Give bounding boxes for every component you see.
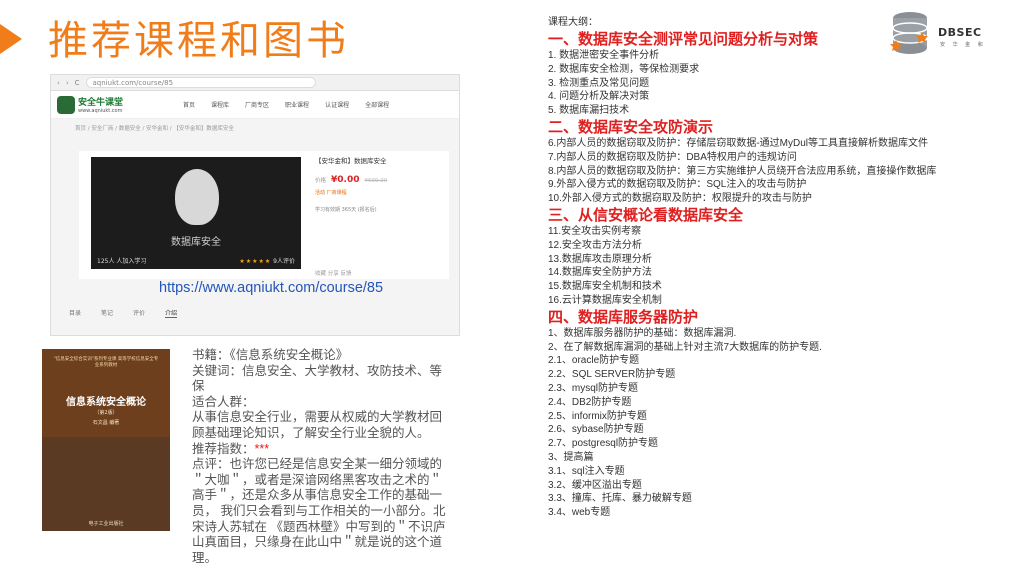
- site-logo[interactable]: 安全牛课堂 www.aqniukt.com: [57, 95, 167, 114]
- cover-label: 数据库安全: [171, 237, 221, 248]
- course-tabs: 目录 笔记 评价 介绍: [69, 308, 178, 318]
- outline-item: 6.内部人员的数据窃取及防护：存储层窃取数据-通过MyDul等工具直接解析数据库…: [548, 137, 929, 149]
- outline-item: 2.7、postgresql防护专题: [548, 438, 659, 450]
- outline-item: 3.1、sql注入专题: [548, 465, 625, 477]
- book-author: 石文昌 编著: [92, 420, 120, 426]
- mask-icon: [175, 169, 219, 225]
- course-info: 【安华金和】数据库安全 价格 ¥0.00 ¥699.00 活动 厂商课程 学习有…: [315, 155, 445, 213]
- section-heading: 四、数据库服务器防护: [548, 308, 699, 326]
- shield-logo-icon: [57, 95, 75, 114]
- audience-label: 适合人群：: [192, 394, 255, 409]
- outline-item: 3.3、撞库、托库、暴力破解专题: [548, 493, 692, 505]
- cover-rating: ★★★★★ 9人评价: [239, 256, 295, 265]
- rating-label: 推荐指数：: [192, 441, 255, 456]
- nav-item-career[interactable]: 职业课程: [285, 100, 309, 109]
- outline-item: 15.数据库安全机制和技术: [548, 281, 662, 293]
- price: ¥0.00: [331, 175, 360, 185]
- book-title-line: 书籍：《信息系统安全概论》: [192, 348, 349, 362]
- outline-item: 13.数据库攻击原理分析: [548, 253, 652, 265]
- course-title: 【安华金和】数据库安全: [315, 157, 387, 165]
- nav-item-all-courses[interactable]: 全部课程: [365, 100, 389, 109]
- outline-item: 2、在了解数据库漏洞的基础上针对主流7大数据库的防护专题.: [548, 341, 822, 353]
- back-icon[interactable]: ‹: [57, 79, 60, 87]
- outline-item: 2.4、DB2防护专题: [548, 396, 632, 408]
- outline-item: 2. 数据库安全检测，等保检测要求: [548, 63, 700, 75]
- outline-item: 2.2、SQL SERVER防护专题: [548, 369, 676, 381]
- outline-item: 8.内部人员的数据窃取及防护：第三方实施维护人员绕开合法应用系统，直接操作数据库: [548, 165, 937, 177]
- great-wall-image: [42, 437, 170, 531]
- dbsec-logo: DBSEC 安 华 金 和: [886, 10, 1006, 56]
- tab-catalog[interactable]: 目录: [69, 308, 81, 318]
- address-url[interactable]: aqniukt.com/course/85: [85, 77, 316, 88]
- course-meta: 学习有效期 365天 (报名后): [315, 207, 377, 213]
- database-icon: [890, 12, 928, 54]
- book-description: 书籍：《信息系统安全概论》 关键词：信息安全、大学教材、攻防技术、等保 适合人群…: [192, 348, 454, 566]
- course-card: 数据库安全 125人 人加入学习 ★★★★★ 9人评价 【安华金和】数据库安全 …: [79, 151, 449, 279]
- rating-stars: ***: [254, 441, 270, 456]
- outline-item: 5. 数据库漏扫技术: [548, 105, 630, 117]
- outline-item: 4. 问题分析及解决对策: [548, 91, 650, 103]
- nav-item-vendors[interactable]: 厂商专区: [245, 100, 269, 109]
- rating-count: 9人评价: [273, 258, 295, 265]
- outline-item: 16.云计算数据库安全机制: [548, 294, 662, 306]
- outline-item: 14.数据库安全防护方法: [548, 267, 652, 279]
- tab-intro[interactable]: 介绍: [165, 308, 178, 318]
- outline-item: 3.2、缓冲区溢出专题: [548, 479, 642, 491]
- tab-reviews[interactable]: 评价: [133, 308, 145, 318]
- forward-icon[interactable]: ›: [66, 79, 69, 87]
- outline-item: 3.4、web专题: [548, 507, 611, 519]
- outline-item: 9.外部入侵方式的数据窃取及防护：SQL注入的攻击与防护: [548, 179, 807, 191]
- logo-url: www.aqniukt.com: [78, 108, 123, 114]
- course-page-screenshot: ‹ › C aqniukt.com/course/85 安全牛课堂 www.aq…: [50, 74, 460, 336]
- course-tools[interactable]: 收藏 分享 反馈: [315, 269, 352, 277]
- slide-title: 推荐课程和图书: [48, 18, 349, 64]
- outline-item: 7.内部人员的数据窃取及防护：DBA特权用户的违规访问: [548, 151, 797, 163]
- outline-item: 3、提高篇: [548, 451, 594, 463]
- slide-arrow-icon: [0, 24, 22, 54]
- promo-label: 活动: [315, 190, 326, 196]
- address-bar: ‹ › C aqniukt.com/course/85: [51, 75, 459, 91]
- breadcrumb: 首页 / 安全厂商 / 数据安全 / 安华金和 / 【安华金和】数据库安全: [75, 126, 234, 132]
- book-keywords: 关键词：信息安全、大学教材、攻防技术、等保: [192, 363, 443, 394]
- nav-item-home[interactable]: 首页: [183, 100, 195, 109]
- review-text: 点评：也许您已经是信息安全某一细分领域的＂大咖＂，或者是深谙网络黑客攻击之术的＂…: [192, 457, 446, 565]
- nav-item-certification[interactable]: 认证课程: [325, 100, 349, 109]
- cover-learners: 125人 人加入学习: [97, 258, 147, 265]
- section-heading: 二、数据库安全攻防演示: [548, 118, 714, 136]
- course-link[interactable]: https://www.aqniukt.com/course/85: [159, 280, 383, 296]
- price-row: 价格 ¥0.00 ¥699.00: [315, 175, 445, 185]
- course-cover[interactable]: 数据库安全 125人 人加入学习 ★★★★★ 9人评价: [91, 157, 301, 269]
- book-series: "信息安全综合实训"系列专业课 高等学校信息安全专业系列教材: [53, 357, 159, 368]
- course-outline: 课程大纲： 一、数据库安全测评常见问题分析与对策 1. 数据泄密安全事件分析 2…: [548, 16, 958, 520]
- price-label: 价格: [315, 178, 327, 184]
- nav-item-library[interactable]: 课程库: [211, 100, 229, 109]
- outline-item: 3. 检测重点及常见问题: [548, 77, 650, 89]
- outline-item: 2.1、oracle防护专题: [548, 355, 640, 367]
- outline-item: 10.外部入侵方式的数据窃取及防护：权限提升的攻击与防护: [548, 193, 812, 205]
- tab-notes[interactable]: 笔记: [101, 308, 113, 318]
- brand-subtitle: 安 华 金 和: [940, 42, 986, 48]
- book-cover: "信息安全综合实训"系列专业课 高等学校信息安全专业系列教材 信息系统安全概论 …: [42, 349, 170, 531]
- promo-row: 活动 厂商课程: [315, 189, 445, 196]
- outline-item: 1、数据库服务器防护的基础：数据库漏洞.: [548, 327, 737, 339]
- outline-item: 2.3、mysql防护专题: [548, 382, 639, 394]
- book-title: 信息系统安全概论: [66, 397, 146, 408]
- star-rating-icon: ★★★★★: [239, 258, 272, 265]
- book-edition: （第2版）: [94, 410, 118, 416]
- rating-line: 推荐指数：***: [192, 442, 454, 458]
- promo-text: 厂商课程: [326, 190, 347, 196]
- logo-name: 安全牛课堂: [78, 98, 124, 108]
- outline-item: 2.6、sybase防护专题: [548, 424, 644, 436]
- brand-name: DBSEC: [938, 26, 982, 39]
- book-publisher: 电子工业出版社: [88, 521, 124, 527]
- reload-icon[interactable]: C: [75, 79, 80, 87]
- section-heading: 三、从信安概论看数据库安全: [548, 206, 744, 224]
- audience-text: 从事信息安全行业，需要从权威的大学教材回顾基础理论知识，了解安全行业全貌的人。: [192, 410, 443, 440]
- original-price: ¥699.00: [364, 178, 388, 184]
- site-navbar: 安全牛课堂 www.aqniukt.com 首页 课程库 厂商专区 职业课程 认…: [51, 91, 459, 119]
- outline-item: 2.5、informix防护专题: [548, 410, 647, 422]
- outline-item: 12.安全攻击方法分析: [548, 239, 642, 251]
- outline-item: 11.安全攻击实例考察: [548, 225, 642, 237]
